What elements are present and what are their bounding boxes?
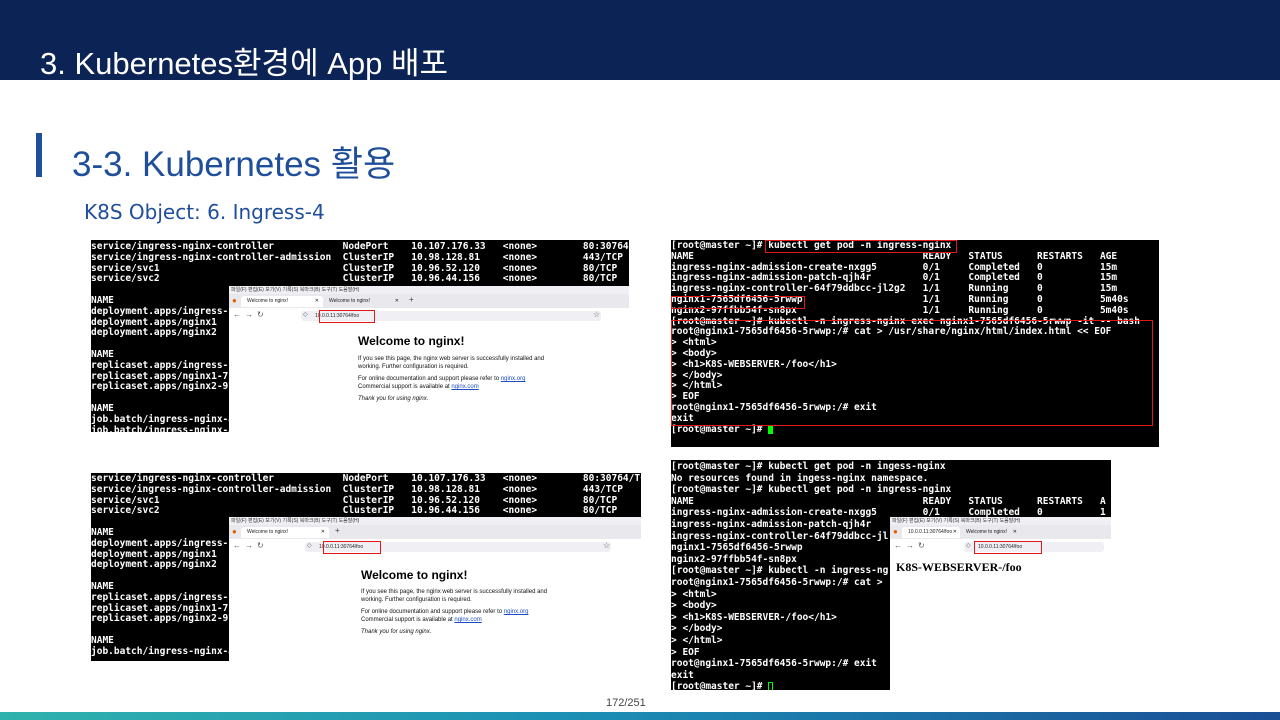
url-highlight-box [974, 541, 1042, 554]
screenshot-terminal-exec: [root@master ~]# kubectl get pod -n ingr… [671, 240, 1159, 447]
nginx-org-link[interactable]: nginx.org [501, 376, 526, 382]
forward-icon[interactable]: → [906, 541, 914, 550]
back-icon[interactable]: ← [233, 310, 241, 319]
browser-navbar: ← → ↻ ◇ 10.0.0.11:30764/foo ☆ [229, 308, 629, 324]
forward-icon[interactable]: → [245, 310, 253, 319]
screenshot-terminal-services: service/ingress-nginx-controller NodePor… [91, 240, 629, 432]
result-heading: K8S-WEBSERVER-/foo [896, 560, 1022, 574]
tab-title: 10.0.0.11:30764/foo [908, 529, 953, 535]
support-text: Commercial support is available at [358, 384, 452, 390]
reload-icon[interactable]: ↻ [918, 541, 925, 550]
bookmark-star-icon[interactable]: ☆ [593, 310, 600, 319]
nginx-paragraph-2a: For online documentation and support ple… [358, 376, 525, 382]
browser-tabbar: ● Welcome to nginx! ✕ + [229, 525, 641, 539]
nginx-com-link[interactable]: nginx.com [454, 617, 481, 623]
browser-window: 파일(F) 편집(E) 보기(V) 기록(S) 북마크(B) 도구(T) 도움말… [229, 517, 641, 661]
header-bar: 3. Kubernetes환경에 App 배포 [0, 0, 1280, 81]
command-highlight-box [765, 240, 957, 253]
browser-menubar[interactable]: 파일(F) 편집(E) 보기(V) 기록(S) 북마크(B) 도구(T) 도움말… [890, 517, 1111, 525]
browser-content: K8S-WEBSERVER-/foo [890, 554, 1111, 690]
browser-tab-2[interactable]: Welcome to nginx! ✕ [323, 296, 403, 307]
browser-tab-2[interactable]: Welcome to nginx! ✕ [960, 527, 1020, 538]
forward-icon[interactable]: → [245, 541, 253, 550]
url-highlight-box [323, 541, 381, 554]
nginx-paragraph-2b: Commercial support is available at nginx… [358, 384, 479, 390]
browser-tabbar: ● Welcome to nginx! ✕ Welcome to nginx! … [229, 294, 629, 308]
lock-icon: ◇ [966, 543, 971, 549]
nginx-com-link[interactable]: nginx.com [451, 384, 478, 390]
firefox-icon: ● [232, 296, 237, 305]
section-accent-bar [36, 133, 42, 177]
browser-content: Welcome to nginx! If you see this page, … [229, 554, 641, 661]
firefox-icon: ● [232, 527, 237, 536]
back-icon[interactable]: ← [233, 541, 241, 550]
footer-gradient-bar [0, 712, 1280, 720]
nginx-paragraph-1a: If you see this page, the nginx web serv… [361, 589, 548, 595]
browser-tab-1[interactable]: 10.0.0.11:30764/foo ✕ [902, 527, 960, 538]
browser-tab-1[interactable]: Welcome to nginx! ✕ [241, 296, 323, 307]
nginx-paragraph-1a: If you see this page, the nginx web serv… [358, 356, 545, 362]
tab-title: Welcome to nginx! [247, 529, 289, 535]
nginx-paragraph-2a: For online documentation and support ple… [361, 609, 528, 615]
nginx-org-link[interactable]: nginx.org [504, 609, 529, 615]
nginx-paragraph-1b: working. Further configuration is requir… [358, 364, 469, 370]
exec-highlight-box [671, 320, 1153, 426]
doc-text: For online documentation and support ple… [361, 609, 504, 615]
header-title: 3. Kubernetes환경에 App 배포 [40, 46, 449, 81]
screenshot-terminal-services-2: service/ingress-nginx-controller NodePor… [91, 473, 641, 661]
browser-menubar[interactable]: 파일(F) 편집(E) 보기(V) 기록(S) 북마크(B) 도구(T) 도움말… [229, 286, 629, 294]
section-subtitle: K8S Object: 6. Ingress-4 [84, 200, 325, 224]
new-tab-icon[interactable]: + [409, 295, 414, 304]
browser-tab-1[interactable]: Welcome to nginx! ✕ [241, 527, 329, 538]
nginx-paragraph-1b: working. Further configuration is requir… [361, 597, 472, 603]
support-text: Commercial support is available at [361, 617, 455, 623]
screenshot-terminal-result: [root@master ~]# kubectl get pod -n inge… [671, 460, 1111, 690]
tab-title: Welcome to nginx! [966, 529, 1008, 535]
browser-window: 파일(F) 편집(E) 보기(V) 기록(S) 북마크(B) 도구(T) 도움말… [890, 517, 1111, 690]
new-tab-icon[interactable]: + [335, 526, 340, 535]
bookmark-star-icon[interactable]: ☆ [603, 541, 610, 550]
page-number: 172/251 [606, 697, 646, 709]
tab-close-icon[interactable]: ✕ [315, 296, 319, 307]
nginx-heading: Welcome to nginx! [358, 334, 465, 348]
back-icon[interactable]: ← [894, 541, 902, 550]
tab-close-icon[interactable]: ✕ [1013, 527, 1017, 538]
firefox-icon: ● [893, 527, 898, 536]
shield-icon: ◇ [307, 543, 312, 549]
nginx-thanks: Thank you for using nginx. [361, 629, 432, 635]
reload-icon[interactable]: ↻ [257, 310, 264, 319]
browser-tabbar: ● 10.0.0.11:30764/foo ✕ Welcome to nginx… [890, 525, 1111, 539]
browser-content: Welcome to nginx! If you see this page, … [229, 323, 629, 432]
tab-title: Welcome to nginx! [247, 298, 289, 304]
tab-close-icon[interactable]: ✕ [395, 296, 399, 307]
reload-icon[interactable]: ↻ [257, 541, 264, 550]
browser-menubar[interactable]: 파일(F) 편집(E) 보기(V) 기록(S) 북마크(B) 도구(T) 도움말… [229, 517, 641, 525]
browser-navbar: ← → ↻ ◇ 10.0.0.11:30764/foo ☆ [229, 539, 641, 555]
nginx-paragraph-2b: Commercial support is available at nginx… [361, 617, 482, 623]
nginx-thanks: Thank you for using nginx. [358, 396, 429, 402]
section-title: 3-3. Kubernetes 활용 [72, 145, 396, 184]
tab-close-icon[interactable]: ✕ [953, 527, 957, 538]
tab-title: Welcome to nginx! [329, 298, 371, 304]
terminal-cursor [768, 682, 774, 690]
browser-window: 파일(F) 편집(E) 보기(V) 기록(S) 북마크(B) 도구(T) 도움말… [229, 286, 629, 432]
nginx-heading: Welcome to nginx! [361, 568, 468, 582]
doc-text: For online documentation and support ple… [358, 376, 501, 382]
pod-highlight-box [671, 296, 805, 309]
tab-close-icon[interactable]: ✕ [321, 527, 325, 538]
shield-icon: ◇ [303, 312, 308, 318]
url-highlight-box [319, 310, 375, 323]
